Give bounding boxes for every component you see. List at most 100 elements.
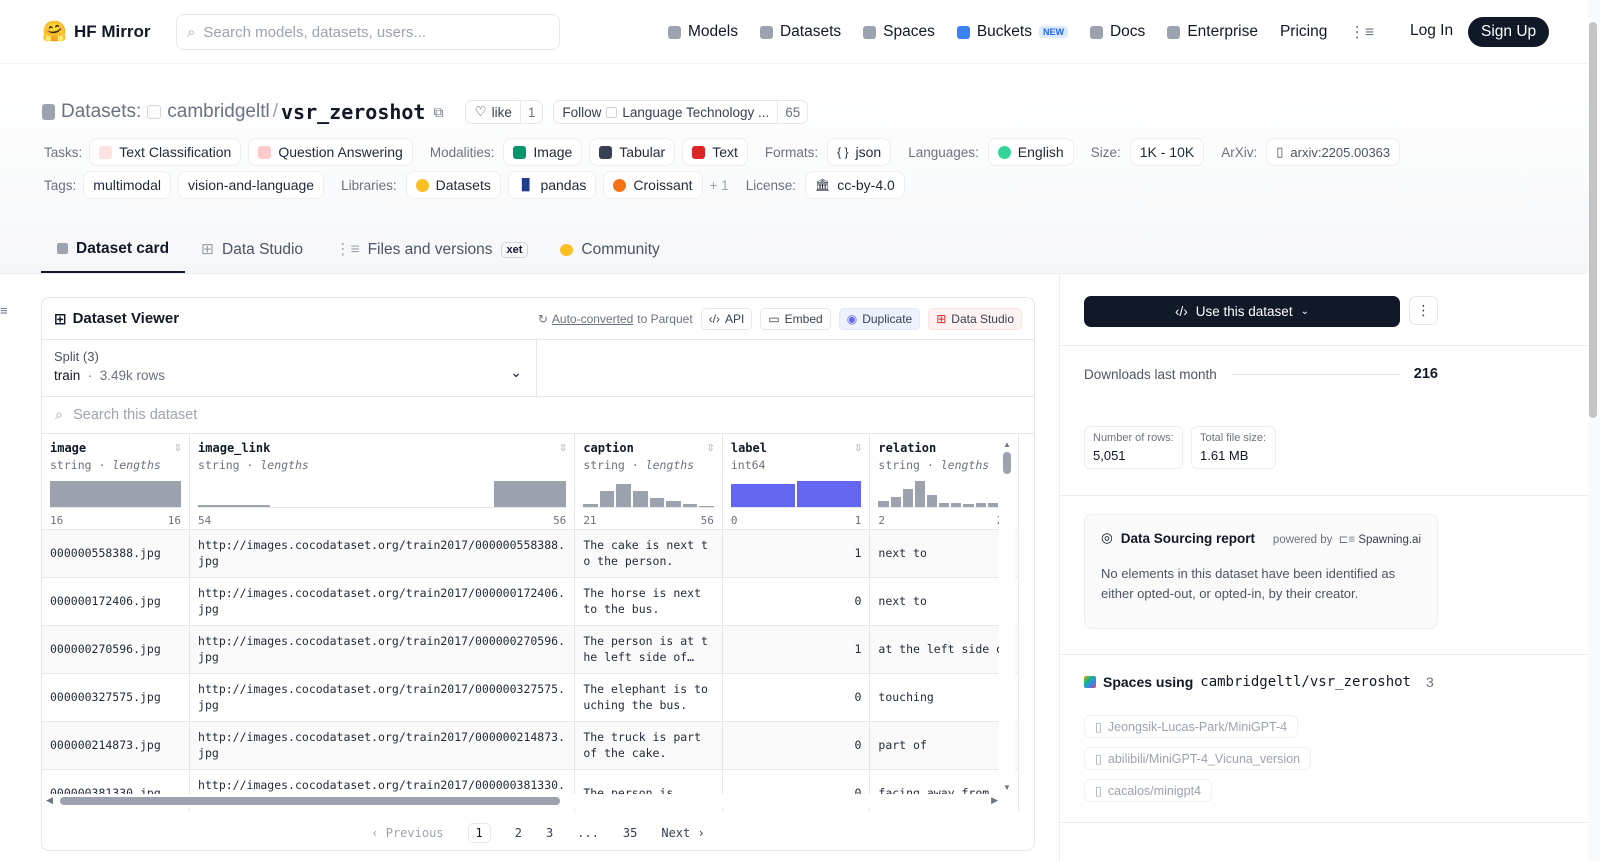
more-menu-icon[interactable]: ⋮≡ [1349, 23, 1374, 42]
table-cell-image[interactable]: 000000214873.jpg [42, 721, 191, 770]
nav-docs[interactable]: Docs [1089, 23, 1145, 41]
owner-link[interactable]: cambridgeltl [167, 101, 269, 123]
sort-icon[interactable]: ⇳ [174, 443, 182, 454]
histogram-bar[interactable] [616, 483, 631, 507]
tag-json[interactable]: { } json [827, 138, 892, 166]
column-header-relation[interactable]: relationstring · lengths⇳220 [869, 434, 1019, 530]
use-this-dataset-button[interactable]: ‹/› Use this dataset ⌄ [1084, 296, 1400, 327]
page-2-button[interactable]: 2 [515, 826, 522, 840]
nav-models[interactable]: Models [668, 23, 738, 41]
histogram-bar[interactable] [987, 503, 998, 507]
page-3-button[interactable]: 3 [546, 826, 553, 840]
table-row[interactable]: 000000172406.jpg http://images.cocodatase… [42, 577, 1019, 626]
histogram-bar[interactable] [649, 497, 665, 507]
tag-pandas[interactable]: ▐▌ pandas [507, 171, 597, 199]
table-cell-image-link[interactable]: http://images.cocodataset.org/train2017/… [189, 529, 576, 578]
auto-converted-link[interactable]: Auto-converted [552, 312, 633, 326]
nav-datasets[interactable]: Datasets [759, 23, 841, 41]
tag-text[interactable]: Text [682, 138, 748, 166]
table-cell-label[interactable]: 1 [722, 625, 871, 674]
histogram-bar[interactable] [682, 504, 698, 507]
histogram-bar[interactable] [583, 504, 598, 507]
table-cell-relation[interactable]: at the left side of [869, 625, 1019, 674]
tag-license[interactable]: 🏛 cc-by-4.0 [804, 171, 905, 199]
horizontal-scrollbar[interactable]: ◀ ▶ [42, 794, 1002, 808]
horizontal-scroll-thumb[interactable] [60, 797, 560, 805]
histogram-bar[interactable] [730, 483, 796, 507]
tag-question-answering[interactable]: Question Answering [248, 138, 413, 166]
tag-text-classification[interactable]: Text Classification [89, 138, 242, 166]
scroll-right-icon[interactable]: ▶ [991, 795, 998, 806]
tag-datasets-library[interactable]: Datasets [405, 171, 501, 199]
embed-button[interactable]: ▭ Embed [760, 307, 831, 330]
data-studio-button[interactable]: ⊞ Data Studio [928, 307, 1022, 330]
table-row[interactable]: 000000214873.jpg http://images.cocodatase… [42, 721, 1019, 770]
scroll-down-icon[interactable]: ▼ [1003, 783, 1011, 792]
histogram-bar[interactable] [878, 500, 889, 507]
table-cell-image-link[interactable]: http://images.cocodataset.org/train2017/… [189, 721, 576, 770]
column-header-caption[interactable]: caption string · lengths ⇳ 21 56 [574, 434, 723, 530]
nav-pricing[interactable]: Pricing [1280, 23, 1327, 41]
scroll-left-icon[interactable]: ◀ [46, 795, 53, 806]
table-cell-caption[interactable]: The cake is next to the person. [574, 529, 723, 578]
sort-icon[interactable]: ⇳ [706, 443, 714, 454]
api-button[interactable]: ‹/› API [700, 307, 753, 330]
more-options-button[interactable]: ⋮ [1409, 296, 1438, 325]
table-cell-caption[interactable]: The elephant is touching the bus. [574, 673, 723, 722]
column-histogram[interactable] [730, 481, 862, 508]
sidebar-toggle-icon[interactable]: ≡ [0, 303, 8, 318]
table-cell-label[interactable]: 0 [722, 721, 871, 770]
brand-logo[interactable]: 🤗 HF Mirror [42, 20, 151, 44]
tag-tabular[interactable]: Tabular [589, 138, 676, 166]
tab-data-studio[interactable]: ⊞ Data Studio [185, 226, 319, 273]
tag-arxiv[interactable]: ▯ arxiv:2205.00363 [1266, 138, 1401, 166]
like-button[interactable]: ♡ like 1 [465, 100, 544, 124]
tag-size[interactable]: 1K - 10K [1129, 138, 1205, 166]
tag-english[interactable]: English [987, 138, 1074, 166]
tag-vision-and-language[interactable]: vision-and-language [177, 171, 325, 199]
table-cell-relation[interactable]: next to [869, 529, 1019, 578]
column-header-label[interactable]: label int64 ⇳ 0 1 [722, 434, 871, 530]
column-histogram[interactable] [878, 481, 1010, 508]
section-label[interactable]: Datasets: [61, 101, 141, 123]
table-cell-image-link[interactable]: http://images.cocodataset.org/train2017/… [189, 673, 576, 722]
table-cell-image[interactable]: 000000270596.jpg [42, 625, 191, 674]
histogram-bar[interactable] [963, 504, 974, 507]
histogram-bar[interactable] [902, 488, 913, 507]
space-chip[interactable]: ▯ cacalos/minigpt4 [1084, 779, 1212, 802]
copy-icon[interactable]: ⧉ [433, 104, 443, 121]
sort-icon[interactable]: ⇳ [559, 443, 567, 454]
dataset-name[interactable]: vsr_zeroshot [281, 100, 426, 124]
histogram-bar[interactable] [666, 500, 681, 507]
table-cell-caption[interactable]: The truck is part of the cake. [574, 721, 723, 770]
column-histogram[interactable] [583, 481, 714, 508]
page-1-button[interactable]: 1 [467, 823, 491, 843]
table-cell-image[interactable]: 000000558388.jpg [42, 529, 191, 578]
table-cell-label[interactable]: 0 [722, 673, 871, 722]
tag-multimodal[interactable]: multimodal [83, 171, 171, 199]
table-cell-image-link[interactable]: http://images.cocodataset.org/train2017/… [189, 577, 576, 626]
login-link[interactable]: Log In [1410, 22, 1453, 40]
tab-dataset-card[interactable]: Dataset card [41, 226, 186, 273]
space-chip[interactable]: ▯ Jeongsik-Lucas-Park/MiniGPT-4 [1084, 715, 1299, 738]
column-header-image[interactable]: image string · lengths ⇳ 16 16 [42, 434, 191, 530]
libraries-more[interactable]: + 1 [710, 178, 729, 193]
table-cell-caption[interactable]: The horse is next to the bus. [574, 577, 723, 626]
histogram-bar[interactable] [699, 505, 714, 507]
duplicate-button[interactable]: ◉ Duplicate [838, 307, 921, 330]
histogram-bar[interactable] [494, 481, 567, 507]
table-cell-label[interactable]: 0 [722, 577, 871, 626]
table-cell-image-link[interactable]: http://images.cocodataset.org/train2017/… [189, 625, 576, 674]
global-search-input[interactable]: ⌕ Search models, datasets, users... [176, 14, 560, 50]
tab-community[interactable]: Community [544, 226, 675, 273]
nav-buckets[interactable]: Buckets NEW [956, 23, 1068, 41]
histogram-bar[interactable] [599, 491, 615, 507]
table-cell-label[interactable]: 1 [722, 529, 871, 578]
powered-by-name[interactable]: Spawning.ai [1358, 534, 1421, 546]
histogram-bar[interactable] [633, 491, 648, 507]
space-chip[interactable]: ▯ abilibili/MiniGPT-4_Vicuna_version [1084, 747, 1312, 770]
histogram-bar[interactable] [50, 481, 182, 507]
histogram-bar[interactable] [198, 504, 271, 507]
split-selector[interactable]: Split (3) train · 3.49k rows ⌄ [42, 340, 537, 396]
table-cell-relation[interactable]: next to [869, 577, 1019, 626]
